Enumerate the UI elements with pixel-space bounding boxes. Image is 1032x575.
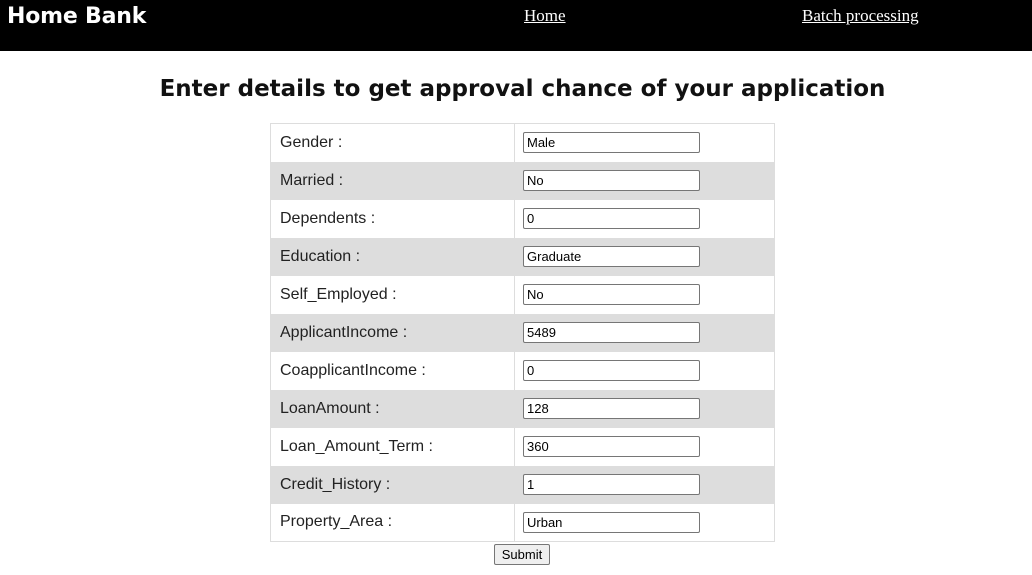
loan-amount-input[interactable] bbox=[523, 398, 700, 419]
field-input-cell bbox=[515, 352, 775, 390]
field-input-cell bbox=[515, 124, 775, 162]
form-row-gender: Gender : bbox=[270, 123, 775, 162]
form-row-dependents: Dependents : bbox=[270, 199, 775, 238]
loan-amount-term-input[interactable] bbox=[523, 436, 700, 457]
education-input[interactable] bbox=[523, 246, 700, 267]
field-label: LoanAmount : bbox=[270, 389, 515, 428]
form-row-loan-amount: LoanAmount : bbox=[270, 389, 775, 428]
field-label: Education : bbox=[270, 237, 515, 276]
navbar: Home Bank Home Batch processing bbox=[0, 0, 1032, 51]
form-row-property-area: Property_Area : bbox=[270, 503, 775, 542]
page-title: Enter details to get approval chance of … bbox=[159, 76, 886, 102]
field-label: Married : bbox=[270, 161, 515, 200]
field-label: Credit_History : bbox=[270, 465, 515, 504]
field-label: Dependents : bbox=[270, 199, 515, 238]
credit-history-input[interactable] bbox=[523, 474, 700, 495]
nav-link-home[interactable]: Home bbox=[524, 6, 566, 26]
submit-button[interactable]: Submit bbox=[494, 544, 550, 565]
field-input-cell bbox=[515, 200, 775, 238]
property-area-input[interactable] bbox=[523, 511, 700, 533]
form-row-applicant-income: ApplicantIncome : bbox=[270, 313, 775, 352]
field-input-cell bbox=[515, 390, 775, 428]
married-input[interactable] bbox=[523, 170, 700, 191]
form-row-education: Education : bbox=[270, 237, 775, 276]
coapplicant-income-input[interactable] bbox=[523, 360, 700, 381]
field-label: Loan_Amount_Term : bbox=[270, 427, 515, 466]
field-input-cell bbox=[515, 314, 775, 352]
form-row-loan-amount-term: Loan_Amount_Term : bbox=[270, 427, 775, 466]
form-row-self-employed: Self_Employed : bbox=[270, 275, 775, 314]
form-row-credit-history: Credit_History : bbox=[270, 465, 775, 504]
brand-logo-text[interactable]: Home Bank bbox=[7, 3, 146, 31]
field-label: Gender : bbox=[270, 123, 515, 162]
field-label: Self_Employed : bbox=[270, 275, 515, 314]
self-employed-input[interactable] bbox=[523, 284, 700, 305]
field-label: ApplicantIncome : bbox=[270, 313, 515, 352]
application-form-table: Gender : Married : Dependents : Educatio… bbox=[270, 123, 775, 542]
form-row-coapplicant-income: CoapplicantIncome : bbox=[270, 351, 775, 390]
nav-link-batch-processing[interactable]: Batch processing bbox=[802, 6, 919, 26]
field-input-cell bbox=[515, 238, 775, 276]
applicant-income-input[interactable] bbox=[523, 322, 700, 343]
field-label: Property_Area : bbox=[270, 503, 515, 542]
field-input-cell bbox=[515, 504, 775, 542]
gender-input[interactable] bbox=[523, 132, 700, 154]
field-input-cell bbox=[515, 428, 775, 466]
field-input-cell bbox=[515, 162, 775, 200]
dependents-input[interactable] bbox=[523, 208, 700, 229]
field-label: CoapplicantIncome : bbox=[270, 351, 515, 390]
form-row-married: Married : bbox=[270, 161, 775, 200]
field-input-cell bbox=[515, 466, 775, 504]
field-input-cell bbox=[515, 276, 775, 314]
